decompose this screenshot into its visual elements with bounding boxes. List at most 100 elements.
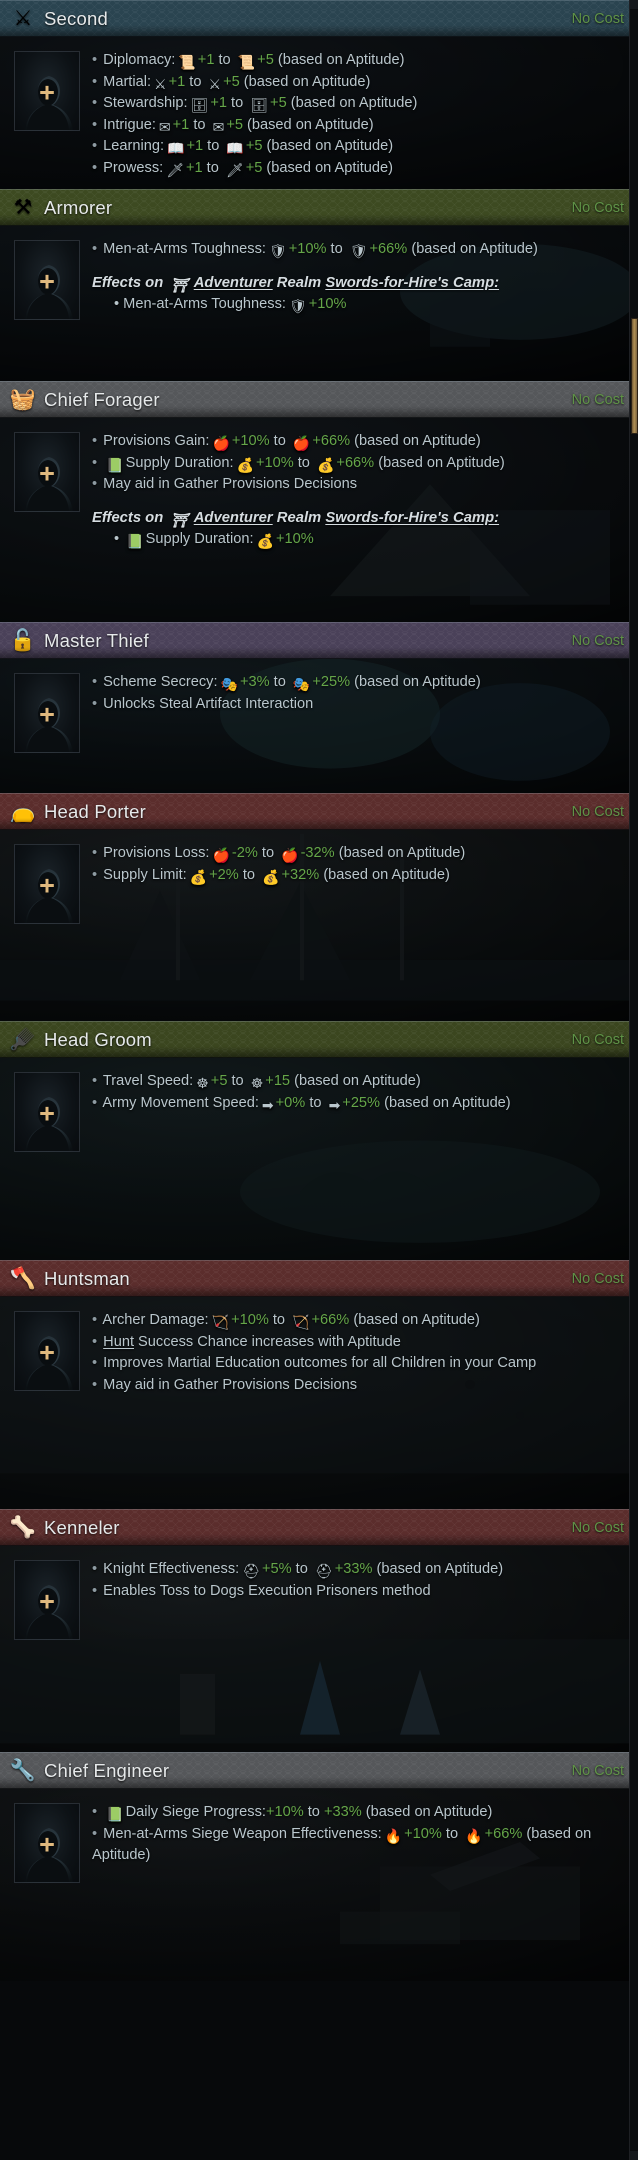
scrollbar-down-cap[interactable] (630, 2151, 638, 2160)
effects-on-heading: Effects on ⛩ Adventurer Realm Swords-for… (92, 510, 628, 527)
effect-min: -2% (231, 845, 258, 861)
effects-on-mid: Realm (276, 509, 322, 526)
add-candidate-plus-icon[interactable]: + (39, 1831, 55, 1858)
effect-label: Daily Siege Progress: (125, 1804, 266, 1820)
position-card-kenneler[interactable]: 🦴 Kenneler No Cost + • Knight Effectiven… (0, 1509, 638, 1752)
position-card-armorer[interactable]: ⚒ Armorer No Cost + • Men-at-Arms Toughn… (0, 189, 638, 381)
position-header-head-porter[interactable]: 👝 Head Porter No Cost (0, 793, 638, 830)
learning-book-icon: 📖 (226, 140, 244, 156)
aptitude-note: (based on Aptitude) (243, 73, 371, 90)
effect-line: • Provisions Loss: 🍎 -2% to 🍎 -32% (based o… (92, 843, 628, 865)
add-candidate-plus-icon[interactable]: + (39, 1100, 55, 1127)
effect-label: Prowess: (103, 159, 164, 176)
effect-min: +1 (185, 159, 203, 176)
hunting-net-icon: 🪓 (9, 1267, 37, 1290)
effects-list: • Scheme Secrecy: 🎭 +3% to 🎭 +25% (based on… (92, 671, 628, 753)
add-candidate-plus-icon[interactable]: + (39, 460, 55, 487)
position-cost: No Cost (571, 1031, 624, 1048)
aptitude-note: (based on Aptitude) (290, 95, 418, 111)
position-header-chief-forager[interactable]: 🧺 Chief Forager No Cost (0, 381, 638, 418)
sub-effect-line: • Men-at-Arms Toughness: 🛡 +10% (92, 294, 628, 316)
effect-min: +10% (404, 1825, 442, 1842)
candidate-portrait-slot[interactable]: + (14, 432, 80, 512)
stewardship-chest-icon: 🗄 (190, 97, 209, 113)
position-card-master-thief[interactable]: 🔓 Master Thief No Cost + • Scheme Secrec… (0, 622, 638, 793)
position-card-second[interactable]: ⚔ Second No Cost + • Diplomacy: 📜 +1 to 📜 +… (0, 0, 638, 189)
to-word: to (307, 1804, 320, 1820)
effect-min: +1 (186, 138, 204, 154)
effects-on-camp-link[interactable]: Swords-for-Hire's Camp: (325, 510, 499, 526)
effect-max: +66% (336, 454, 375, 471)
position-header-armorer[interactable]: ⚒ Armorer No Cost (0, 189, 638, 226)
position-card-head-groom[interactable]: 🪮 Head Groom No Cost + • Travel Speed: ☸ +… (0, 1021, 638, 1260)
effects-on-camp-link[interactable]: Swords-for-Hire's Camp: (325, 275, 499, 291)
effects-on-realm-link[interactable]: Adventurer (194, 275, 273, 291)
add-candidate-plus-icon[interactable]: + (39, 268, 55, 295)
effects-on-realm-link[interactable]: Adventurer (194, 510, 273, 526)
scrollbar-thumb[interactable] (631, 318, 638, 434)
effect-label: Men-at-Arms Toughness: (103, 241, 266, 257)
candidate-portrait-slot[interactable]: + (14, 844, 80, 924)
effect-max: +5 (226, 116, 243, 133)
candidate-portrait-slot[interactable]: + (14, 1560, 80, 1640)
effect-line: • Stewardship: 🗄 +1 to 🗄 +5 (based on Aptit… (92, 93, 628, 115)
position-header-head-groom[interactable]: 🪮 Head Groom No Cost (0, 1021, 638, 1058)
effect-min: +1 (197, 52, 215, 68)
effect-label: Stewardship: (103, 95, 188, 111)
position-header-kenneler[interactable]: 🦴 Kenneler No Cost (0, 1509, 638, 1546)
padlock-icon: 🔓 (9, 629, 37, 652)
position-card-chief-forager[interactable]: 🧺 Chief Forager No Cost + • Provisions G… (0, 381, 638, 622)
position-card-huntsman[interactable]: 🪓 Huntsman No Cost + • Archer Damage: 🏹 +1… (0, 1260, 638, 1509)
effect-max: +5 (245, 159, 263, 176)
prowess-axe-icon: 🗡 (166, 161, 184, 178)
effect-line: • Army Movement Speed: ➡ +0% to ➡ +25% (bas… (92, 1093, 628, 1115)
position-body: + • Scheme Secrecy: 🎭 +3% to 🎭 +25% (based … (0, 659, 638, 763)
position-card-head-porter[interactable]: 👝 Head Porter No Cost + • Provisions Los… (0, 793, 638, 1021)
candidate-portrait-slot[interactable]: + (14, 1311, 80, 1391)
sub-effect-line: • 📗 Supply Duration: 💰 +10% (92, 529, 628, 551)
effect-line: • May aid in Gather Provisions Decisions (92, 1375, 628, 1397)
aptitude-note: (based on Aptitude) (378, 454, 505, 471)
link-hunt[interactable]: Hunt (103, 1334, 134, 1350)
effects-list: • Diplomacy: 📜 +1 to 📜 +5 (based on Aptitud… (92, 49, 628, 179)
effects-list: • Knight Effectiveness: ⛑ +5% to ⛑ +33% (ba… (92, 1558, 628, 1640)
add-candidate-plus-icon[interactable]: + (39, 1339, 55, 1366)
add-candidate-plus-icon[interactable]: + (39, 79, 55, 106)
to-word: to (193, 116, 206, 133)
provisions-apple-icon: 🍎 (292, 435, 311, 451)
position-header-huntsman[interactable]: 🪓 Huntsman No Cost (0, 1260, 638, 1297)
bullet: • (92, 73, 98, 90)
add-candidate-plus-icon[interactable]: + (39, 872, 55, 899)
effect-label: Scheme Secrecy: (103, 674, 218, 690)
candidate-portrait-slot[interactable]: + (14, 1072, 80, 1152)
court-positions-panel: ⚔ Second No Cost + • Diplomacy: 📜 +1 to 📜 +… (0, 0, 638, 2160)
supply-sack-icon: 💰 (236, 456, 254, 473)
aptitude-note: (based on Aptitude) (266, 159, 393, 176)
effects-on-prefix: Effects on (92, 274, 164, 291)
position-card-chief-engineer[interactable]: 🔧 Chief Engineer No Cost + • 📗 Daily Sieg… (0, 1752, 638, 1981)
to-word: to (242, 866, 256, 883)
add-candidate-plus-icon[interactable]: + (39, 1588, 55, 1615)
aptitude-note: (based on Aptitude) (354, 674, 481, 690)
position-header-master-thief[interactable]: 🔓 Master Thief No Cost (0, 622, 638, 659)
effect-min: +5 (210, 1073, 228, 1089)
position-title: Kenneler (44, 1516, 120, 1538)
diplomacy-scroll-icon: 📜 (178, 54, 196, 70)
aptitude-note: (based on Aptitude) (247, 116, 374, 133)
aptitude-note: (based on Aptitude) (323, 866, 450, 883)
supply-sack-icon: 💰 (256, 532, 274, 549)
bullet: • (114, 295, 120, 312)
add-candidate-plus-icon[interactable]: + (39, 701, 55, 728)
effect-min: +5% (261, 1561, 292, 1577)
candidate-portrait-slot[interactable]: + (14, 1803, 80, 1883)
to-word: to (261, 845, 275, 861)
position-header-second[interactable]: ⚔ Second No Cost (0, 0, 638, 37)
scrollbar-up-cap[interactable] (630, 0, 638, 9)
effects-list: • Provisions Gain: 🍎 +10% to 🍎 +66% (based … (92, 430, 628, 550)
vertical-scrollbar[interactable] (629, 0, 638, 2160)
candidate-portrait-slot[interactable]: + (14, 51, 80, 131)
candidate-portrait-slot[interactable]: + (14, 240, 80, 320)
candidate-portrait-slot[interactable]: + (14, 673, 80, 753)
effect-min: +10% (255, 454, 294, 471)
position-header-chief-engineer[interactable]: 🔧 Chief Engineer No Cost (0, 1752, 638, 1789)
